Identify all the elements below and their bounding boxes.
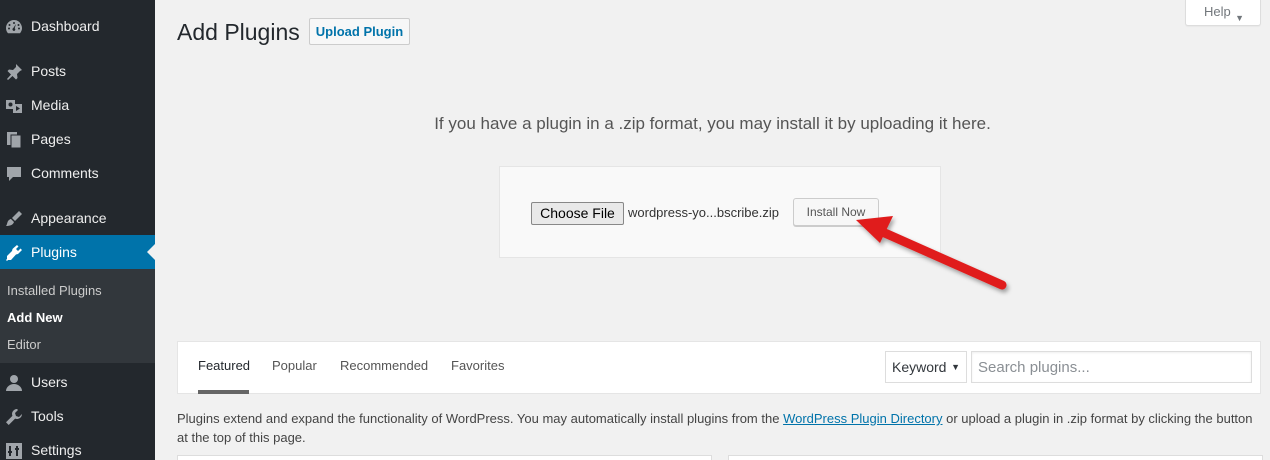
plugins-submenu: Installed Plugins Add New Editor [0, 269, 155, 363]
sidebar-item-label: Settings [31, 442, 82, 458]
plugin-filter-bar: Featured Popular Recommended Favorites K… [177, 341, 1261, 394]
sidebar-item-settings[interactable]: Settings [0, 433, 155, 460]
sidebar-item-tools[interactable]: Tools [0, 399, 155, 433]
install-now-button[interactable]: Install Now [793, 198, 879, 226]
sidebar-item-label: Plugins [31, 244, 77, 260]
sidebar-item-label: Tools [31, 408, 64, 424]
admin-sidebar: Dashboard Posts Media Pages Comments App… [0, 0, 155, 460]
caret-down-icon: ▼ [1235, 13, 1244, 23]
pages-icon [5, 131, 23, 149]
tab-favorites[interactable]: Favorites [451, 358, 504, 374]
submenu-item-add-new[interactable]: Add New [7, 310, 63, 326]
sidebar-item-posts[interactable]: Posts [0, 54, 155, 88]
sidebar-item-users[interactable]: Users [0, 365, 155, 399]
sidebar-item-label: Posts [31, 63, 67, 79]
caret-down-icon: ▼ [951, 362, 960, 372]
choose-file-button[interactable]: Choose File [531, 202, 624, 225]
help-tab[interactable]: Help ▼ [1185, 0, 1261, 26]
sidebar-item-label: Media [31, 97, 70, 113]
help-label: Help [1204, 4, 1231, 19]
settings-icon [5, 442, 23, 460]
comment-icon [5, 165, 23, 183]
plugin-card [728, 455, 1263, 460]
sidebar-item-pages[interactable]: Pages [0, 122, 155, 156]
sidebar-item-label: Appearance [31, 210, 107, 226]
user-icon [5, 374, 23, 392]
tab-featured[interactable]: Featured [198, 358, 250, 374]
dashboard-icon [5, 18, 23, 36]
sidebar-item-label: Dashboard [31, 18, 100, 34]
search-type-value: Keyword [892, 359, 947, 375]
upload-form: Choose File wordpress-yo...bscribe.zip I… [499, 166, 941, 258]
pin-icon [5, 63, 23, 81]
tab-popular[interactable]: Popular [272, 358, 317, 374]
wrench-icon [5, 408, 23, 426]
media-icon [5, 97, 23, 115]
page-title: Add Plugins [177, 19, 300, 45]
submenu-item-installed-plugins[interactable]: Installed Plugins [7, 283, 102, 299]
sidebar-item-label: Comments [31, 165, 99, 181]
description-text: Plugins extend and expand the functional… [177, 411, 784, 426]
sidebar-item-comments[interactable]: Comments [0, 156, 155, 190]
sidebar-item-media[interactable]: Media [0, 88, 155, 122]
upload-instructions: If you have a plugin in a .zip format, y… [434, 114, 991, 133]
search-type-select[interactable]: Keyword ▼ [885, 351, 967, 383]
search-plugins-input[interactable] [971, 351, 1252, 383]
plugin-icon [5, 244, 23, 262]
selected-file-name: wordpress-yo...bscribe.zip [628, 205, 779, 220]
brush-icon [5, 210, 23, 228]
submenu-item-editor[interactable]: Editor [7, 337, 41, 353]
sidebar-item-plugins[interactable]: Plugins [0, 235, 155, 269]
plugins-description: Plugins extend and expand the functional… [177, 409, 1257, 447]
upload-plugin-button[interactable]: Upload Plugin [309, 18, 410, 45]
sidebar-item-label: Pages [31, 131, 71, 147]
sidebar-item-appearance[interactable]: Appearance [0, 201, 155, 235]
sidebar-item-dashboard[interactable]: Dashboard [0, 9, 155, 43]
plugin-card [177, 455, 712, 460]
plugin-directory-link[interactable]: WordPress Plugin Directory [783, 411, 942, 426]
tab-recommended[interactable]: Recommended [340, 358, 428, 374]
sidebar-item-label: Users [31, 374, 68, 390]
active-tab-indicator [198, 390, 249, 394]
